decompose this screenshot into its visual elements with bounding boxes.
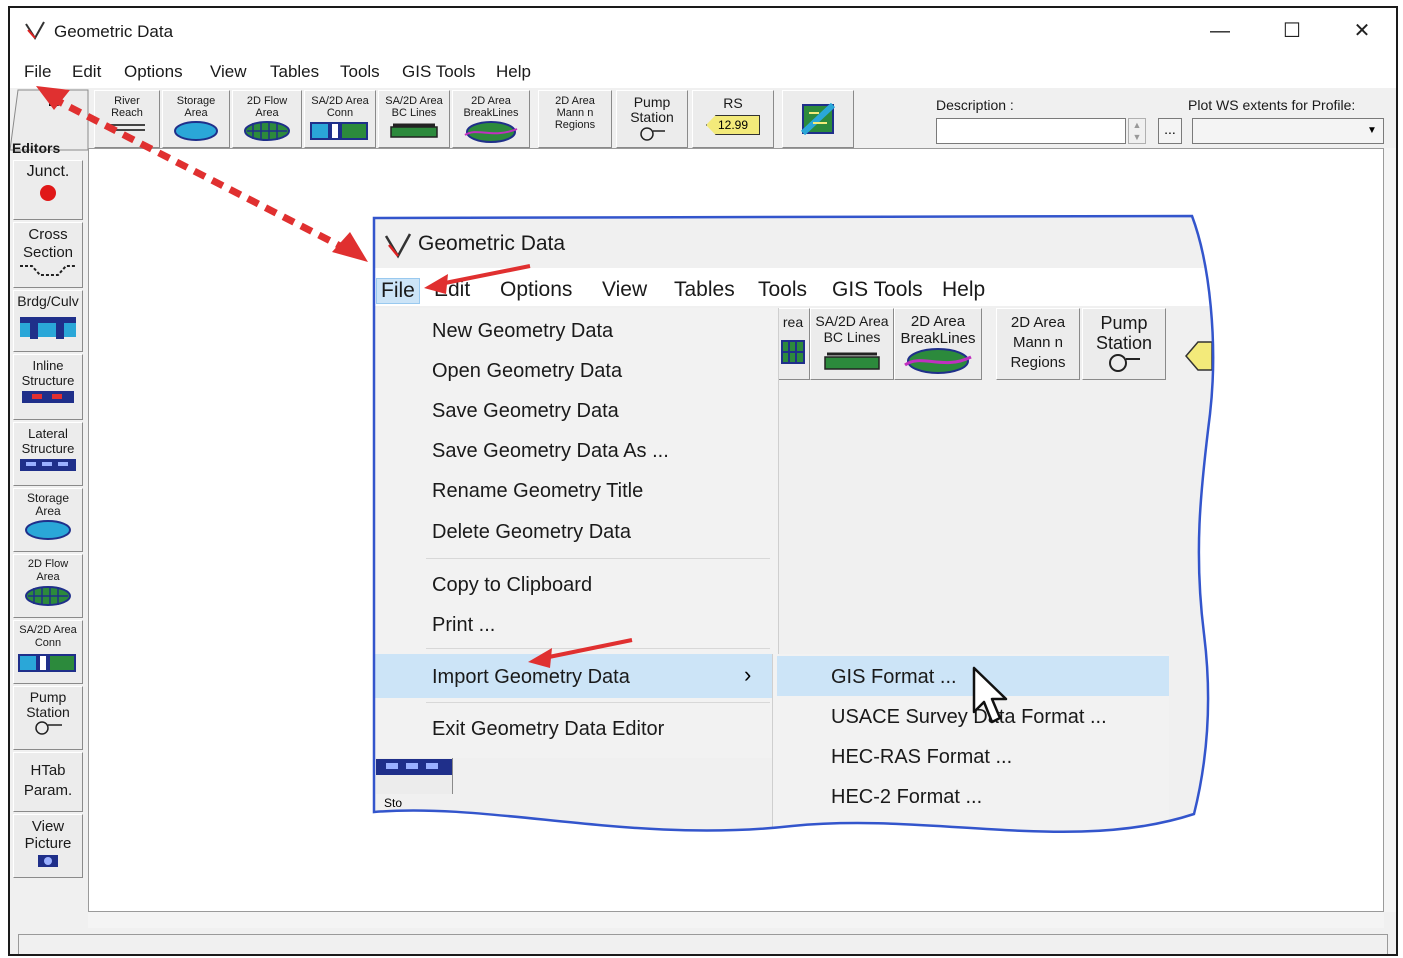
- 2d-flow-area-icon: [25, 586, 71, 606]
- editor-pump-station-label: Pump Station: [26, 689, 70, 720]
- editor-2d-flow-area-button[interactable]: 2D Flow Area: [13, 554, 83, 618]
- breaklines-button[interactable]: 2D Area BreakLines: [452, 90, 530, 148]
- description-spinner[interactable]: ▲ ▼: [1128, 118, 1146, 144]
- sa-2d-area-conn-button[interactable]: SA/2D Area Conn: [304, 90, 376, 148]
- camera-icon: [38, 855, 58, 867]
- mannings-regions-button[interactable]: 2D Area Mann n Regions: [538, 90, 612, 148]
- bc-lines-icon: [390, 123, 438, 138]
- editor-view-picture-label: View Picture: [24, 818, 72, 852]
- zoom-callout-border: [372, 214, 1215, 834]
- 2d-flow-area-label: 2D Flow Area: [246, 95, 288, 119]
- river-station-button[interactable]: RS 12.99: [692, 90, 774, 148]
- menu-file[interactable]: File: [24, 62, 51, 82]
- editor-pump-station-button[interactable]: Pump Station: [13, 686, 83, 750]
- river-station-tag-icon: 12.99: [706, 115, 760, 135]
- description-input[interactable]: [936, 118, 1126, 144]
- pump-station-icon: [35, 721, 62, 735]
- pump-station-icon: [640, 127, 665, 141]
- storage-area-button[interactable]: Storage Area: [162, 90, 230, 148]
- breaklines-label: 2D Area BreakLines: [463, 95, 519, 119]
- plot-ws-label: Plot WS extents for Profile:: [1188, 97, 1356, 113]
- description-label: Description :: [936, 97, 1014, 113]
- bc-lines-button[interactable]: SA/2D Area BC Lines: [378, 90, 450, 148]
- menu-view[interactable]: View: [210, 62, 247, 82]
- editor-bridge-culvert-button[interactable]: Brdg/Culv: [13, 290, 83, 352]
- hec-ras-app-icon: [25, 21, 45, 40]
- pump-station-button[interactable]: Pump Station: [616, 90, 688, 148]
- menu-edit[interactable]: Edit: [72, 62, 101, 82]
- editor-2d-flow-area-label: 2D Flow Area: [27, 558, 69, 583]
- menu-tables[interactable]: Tables: [270, 62, 319, 82]
- storage-area-icon: [25, 520, 71, 540]
- 2d-flow-area-button[interactable]: 2D Flow Area: [232, 90, 302, 148]
- menu-bar: File Edit Options View Tables Tools GIS …: [10, 54, 1396, 88]
- editor-junction-label: Junct.: [26, 163, 70, 180]
- bc-lines-label: SA/2D Area BC Lines: [385, 95, 443, 119]
- description-browse-button[interactable]: ...: [1158, 118, 1182, 144]
- editors-header: Editors: [12, 140, 61, 156]
- editor-sa-2d-conn-label: SA/2D Area Conn: [19, 624, 77, 649]
- editor-htab-param-button[interactable]: HTab Param.: [13, 752, 83, 812]
- status-bar: [18, 934, 1388, 954]
- editor-inline-structure-button[interactable]: Inline Structure: [13, 354, 83, 420]
- sa-2d-area-conn-label: SA/2D Area Conn: [311, 95, 369, 119]
- horizontal-scrollbar[interactable]: [88, 912, 1384, 928]
- river-reach-button[interactable]: River Reach: [94, 90, 160, 148]
- menu-help[interactable]: Help: [496, 62, 531, 82]
- menu-options[interactable]: Options: [124, 62, 183, 82]
- storage-area-label: Storage Area: [176, 95, 216, 119]
- pump-station-label: Pump Station: [630, 94, 674, 125]
- storage-area-icon: [174, 121, 218, 141]
- editor-lateral-structure-label: Lateral Structure: [21, 426, 75, 456]
- plot-ws-select[interactable]: ▼: [1192, 118, 1384, 144]
- menu-tools[interactable]: Tools: [340, 62, 380, 82]
- sa-2d-connection-icon: [18, 654, 76, 672]
- editor-cross-section-button[interactable]: Cross Section: [13, 222, 83, 288]
- bridge-culvert-icon: [20, 317, 76, 339]
- menu-gis-tools[interactable]: GIS Tools: [402, 62, 475, 82]
- zoom-callout: Geometric Data File Edit Options View Ta…: [372, 214, 1222, 842]
- mannings-regions-label: 2D Area Mann n Regions: [554, 95, 596, 131]
- editor-storage-area-button[interactable]: Storage Area: [13, 488, 83, 552]
- breaklines-icon: [464, 121, 518, 143]
- inline-structure-icon: [22, 391, 74, 403]
- cross-section-icon: [20, 265, 76, 276]
- editor-view-picture-button[interactable]: View Picture: [13, 814, 83, 878]
- river-reach-icon: [109, 124, 145, 131]
- river-station-value: 12.99: [717, 118, 749, 132]
- editor-junction-button[interactable]: Junct.: [13, 160, 83, 220]
- window-title: Geometric Data: [54, 22, 174, 41]
- maximize-button[interactable]: ☐: [1274, 16, 1310, 46]
- editor-sa-2d-conn-button[interactable]: SA/2D Area Conn: [13, 620, 83, 684]
- river-station-label: RS: [723, 95, 743, 111]
- lateral-structure-icon: [20, 459, 76, 471]
- editors-panel: Editors Junct. Cross Section Brdg/Culv I…: [10, 140, 86, 892]
- editor-htab-param-label: HTab Param.: [23, 762, 73, 799]
- sa-2d-connection-icon: [310, 122, 368, 140]
- minimize-button[interactable]: —: [1202, 16, 1238, 46]
- junction-dot-icon: [40, 185, 56, 201]
- editor-lateral-structure-button[interactable]: Lateral Structure: [13, 422, 83, 486]
- close-button[interactable]: ✕: [1344, 16, 1380, 46]
- chevron-down-icon[interactable]: ▼: [1363, 121, 1381, 141]
- vertical-scrollbar[interactable]: [1384, 148, 1396, 912]
- tools-tab-label: To: [46, 94, 61, 109]
- editor-bridge-culvert-label: Brdg/Culv: [17, 293, 79, 309]
- river-reach-label: River Reach: [111, 95, 143, 119]
- toolbar: To River Reach Storage Area 2D Flow Area…: [10, 88, 1396, 152]
- editor-cross-section-label: Cross Section: [22, 226, 74, 261]
- title-bar: Geometric Data — ☐ ✕: [10, 8, 1396, 54]
- editor-inline-structure-label: Inline Structure: [21, 358, 75, 388]
- 2d-flow-area-icon: [244, 121, 290, 141]
- map-layers-icon: [800, 102, 836, 136]
- editor-storage-area-label: Storage Area: [26, 491, 70, 518]
- map-layers-button[interactable]: [782, 90, 854, 148]
